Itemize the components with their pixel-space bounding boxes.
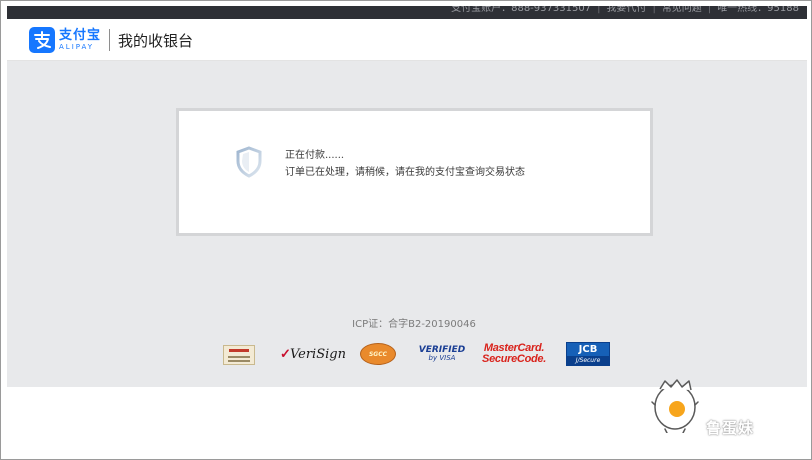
verisign-label: VeriSign (289, 346, 346, 362)
verisign-badge[interactable]: ✓ VeriSign (280, 341, 346, 367)
jcb-line1: JCB (567, 343, 609, 356)
sgcc-badge[interactable]: SGCC (360, 343, 396, 365)
vbv-line2: by VISA (428, 354, 456, 362)
jcb-secure-badge[interactable]: JCB J/Secure (566, 342, 610, 366)
status-message: 订单已在处理，请稍候，请在我的支付宝查询交易状态 (285, 167, 525, 178)
top-bar-separator: | (707, 6, 712, 14)
main-area: 正在付款...... 订单已在处理，请稍候，请在我的支付宝查询交易状态 ICP证… (7, 61, 807, 387)
certificate-badge-icon[interactable] (223, 345, 255, 365)
jcb-line2: J/Secure (567, 356, 609, 365)
alipay-logo[interactable]: 支付宝 ALIPAY 我的收银台 (29, 27, 193, 53)
mastercard-line2: SecureCode. (482, 353, 546, 365)
payment-status-box: 正在付款...... 订单已在处理，请稍候，请在我的支付宝查询交易状态 (176, 108, 653, 236)
status-title: 正在付款...... (285, 150, 345, 161)
logo-english: ALIPAY (59, 43, 95, 51)
watermark-text: 鲁蛋妹 (706, 419, 755, 437)
verified-by-visa-badge[interactable]: VERIFIED by VISA (419, 341, 466, 367)
account-link[interactable]: 支付宝账户：888-937331507 (451, 6, 591, 15)
hotline-text: 唯一热线：95188 (717, 6, 799, 14)
top-bar-separator: | (597, 6, 601, 14)
faq-link[interactable]: 常见问题 (662, 6, 702, 15)
top-bar: 支付宝账户：888-937331507 | 我要代付 | 常见问题 | 唯一热线… (7, 6, 807, 19)
page-frame: 支付宝账户：888-937331507 | 我要代付 | 常见问题 | 唯一热线… (0, 0, 812, 460)
security-badges: ✓ VeriSign SGCC VERIFIED by VISA MasterCa… (223, 341, 623, 367)
pay-on-behalf-link[interactable]: 我要代付 (606, 6, 646, 15)
watermark: 鲁蛋妹 (643, 371, 773, 451)
egg-mascot-icon (651, 375, 699, 434)
header: 支付宝 ALIPAY 我的收银台 (7, 19, 807, 61)
top-bar-links: 支付宝账户：888-937331507 | 我要代付 | 常见问题 | 唯一热线… (451, 6, 799, 15)
alipay-logo-icon (29, 27, 55, 53)
top-bar-separator: | (652, 6, 656, 14)
icp-license: ICP证：合字B2-20190046 (352, 319, 476, 330)
mastercard-securecode-badge[interactable]: MasterCard. SecureCode. (482, 341, 546, 367)
logo-text: 支付宝 ALIPAY (59, 29, 101, 51)
logo-divider (109, 29, 111, 51)
shield-icon (235, 146, 263, 178)
logo-chinese: 支付宝 (59, 28, 102, 43)
status-text: 正在付款...... 订单已在处理，请稍候，请在我的支付宝查询交易状态 (285, 149, 525, 180)
page-title: 我的收银台 (118, 31, 194, 50)
sgcc-label: SGCC (368, 350, 388, 358)
